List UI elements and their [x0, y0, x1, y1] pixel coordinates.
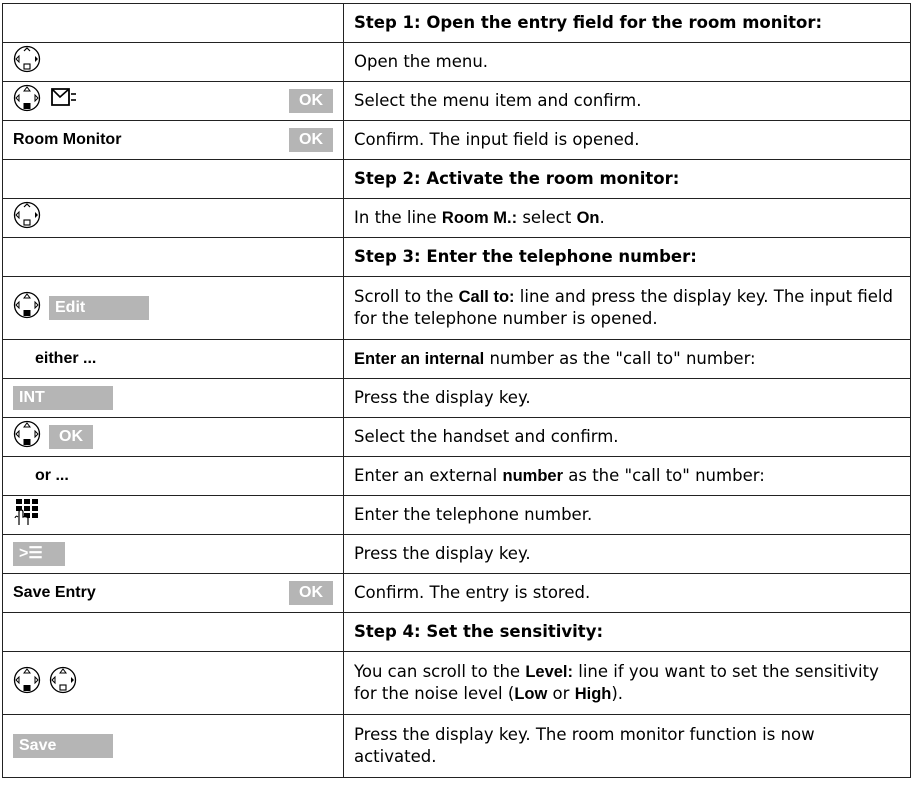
nav-key-icon — [13, 201, 41, 235]
instruction-text: Select the menu item and confirm. — [343, 81, 911, 121]
table-row: In the line Room M.: select On. — [2, 198, 911, 238]
option-label: either ... — [35, 350, 97, 367]
instruction-text: Open the menu. — [343, 42, 911, 82]
left-cell — [2, 612, 344, 652]
instruction-text: Press the display key. — [343, 534, 911, 574]
text-bold: Enter an internal — [354, 350, 485, 368]
text-part: ). — [611, 684, 624, 703]
left-cell: Edit — [2, 276, 344, 340]
table-row: either ... Enter an internal number as t… — [2, 339, 911, 379]
text-part: . — [599, 208, 605, 227]
text-bold: Room M.: — [441, 209, 518, 227]
instruction-text: Enter the telephone number. — [343, 495, 911, 535]
step-heading: Step 2: Activate the room monitor: — [343, 159, 911, 199]
left-cell — [2, 495, 344, 535]
table-row: OK Select the handset and confirm. — [2, 417, 911, 457]
instruction-text: Confirm. The entry is stored. — [343, 573, 911, 613]
instruction-text: In the line Room M.: select On. — [343, 198, 911, 238]
table-row: Save Entry OK Confirm. The entry is stor… — [2, 573, 911, 613]
nav-key-icon — [13, 84, 41, 118]
nav-key-icon — [13, 45, 41, 79]
text-part: In the line — [354, 208, 442, 227]
nav-key-icon — [13, 666, 41, 700]
option-label: or ... — [35, 467, 69, 484]
left-cell — [2, 159, 344, 199]
text-bold: Level: — [525, 663, 573, 681]
left-cell: either ... — [2, 339, 344, 379]
left-cell — [2, 3, 344, 43]
table-row: Room Monitor OK Confirm. The input field… — [2, 120, 911, 160]
instruction-text: Press the display key. — [343, 378, 911, 418]
table-row: Save Press the display key. The room mon… — [2, 714, 911, 778]
text-part: as the "call to" number: — [563, 466, 765, 485]
ok-key: OK — [49, 425, 93, 449]
instruction-text: Confirm. The input field is opened. — [343, 120, 911, 160]
left-cell — [2, 42, 344, 82]
table-row: Step 3: Enter the telephone number: — [2, 237, 911, 277]
table-row: You can scroll to the Level: line if you… — [2, 651, 911, 715]
table-row: Enter the telephone number. — [2, 495, 911, 535]
text-bold: number — [502, 467, 563, 485]
text-part: Enter an external — [354, 466, 503, 485]
instruction-text: Enter an external number as the "call to… — [343, 456, 911, 496]
table-row: Step 1: Open the entry field for the roo… — [2, 3, 911, 43]
step-heading: Step 4: Set the sensitivity: — [343, 612, 911, 652]
left-cell: OK — [2, 81, 344, 121]
left-cell: ˃☰ — [2, 534, 344, 574]
left-cell — [2, 651, 344, 715]
left-cell — [2, 198, 344, 238]
save-key: Save — [13, 734, 113, 758]
text-bold: Call to: — [458, 288, 515, 306]
nav-key-icon — [13, 420, 41, 454]
left-cell — [2, 237, 344, 277]
table-row: Open the menu. — [2, 42, 911, 82]
text-part: select — [517, 208, 577, 227]
instruction-text: Enter an internal number as the "call to… — [343, 339, 911, 379]
menu-item-label: Save Entry — [13, 584, 96, 601]
left-cell: INT — [2, 378, 344, 418]
step-heading: Step 1: Open the entry field for the roo… — [343, 3, 911, 43]
instruction-text: Scroll to the Call to: line and press th… — [343, 276, 911, 340]
room-monitor-menu-icon — [49, 85, 79, 117]
text-part: or — [547, 684, 575, 703]
text-part: number as the "call to" number: — [484, 349, 756, 368]
menu-item-label: Room Monitor — [13, 131, 122, 148]
edit-key: Edit — [49, 296, 149, 320]
ok-key: OK — [289, 128, 333, 152]
left-cell: or ... — [2, 456, 344, 496]
ok-key: OK — [289, 581, 333, 605]
text-bold: Low — [514, 685, 548, 703]
table-row: Step 2: Activate the room monitor: — [2, 159, 911, 199]
left-cell: Save — [2, 714, 344, 778]
text-bold: On — [576, 209, 600, 227]
instruction-text: You can scroll to the Level: line if you… — [343, 651, 911, 715]
ok-key: OK — [289, 89, 333, 113]
text-part: You can scroll to the — [354, 662, 526, 681]
int-key: INT — [13, 386, 113, 410]
text-part: Scroll to the — [354, 287, 459, 306]
instruction-text: Press the display key. The room monitor … — [343, 714, 911, 778]
table-row: or ... Enter an external number as the "… — [2, 456, 911, 496]
table-row: Step 4: Set the sensitivity: — [2, 612, 911, 652]
table-row: OK Select the menu item and confirm. — [2, 81, 911, 121]
left-cell: Save Entry OK — [2, 573, 344, 613]
instruction-table: Step 1: Open the entry field for the roo… — [2, 3, 911, 778]
left-cell: Room Monitor OK — [2, 120, 344, 160]
keypad-icon — [13, 498, 41, 532]
left-cell: OK — [2, 417, 344, 457]
step-heading: Step 3: Enter the telephone number: — [343, 237, 911, 277]
text-bold: High — [574, 685, 612, 703]
menu-key: ˃☰ — [13, 542, 65, 566]
nav-key-icon — [13, 291, 41, 325]
table-row: ˃☰ Press the display key. — [2, 534, 911, 574]
nav-key-icon — [49, 666, 77, 700]
table-row: INT Press the display key. — [2, 378, 911, 418]
table-row: Edit Scroll to the Call to: line and pre… — [2, 276, 911, 340]
instruction-text: Select the handset and confirm. — [343, 417, 911, 457]
